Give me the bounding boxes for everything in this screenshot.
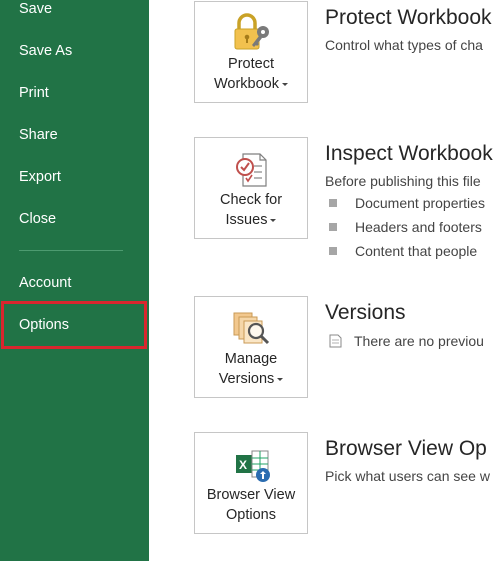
manage-versions-label-line1: Manage bbox=[224, 351, 278, 367]
nav-export[interactable]: Export bbox=[0, 158, 149, 196]
dropdown-caret-icon bbox=[270, 218, 277, 222]
excel-browser-icon: X bbox=[236, 450, 270, 482]
bullet-square-icon bbox=[329, 247, 337, 256]
protect-workbook-label-line1: Protect bbox=[228, 56, 274, 72]
browser-view-options-label-line2: Options bbox=[226, 507, 276, 523]
protect-workbook-title: Protect Workbook bbox=[325, 6, 492, 29]
browser-view-options-description: Pick what users can see w bbox=[325, 468, 490, 484]
protect-workbook-button[interactable]: Protect Workbook bbox=[194, 1, 308, 103]
options-highlight-box bbox=[1, 301, 147, 349]
inspect-bullet-item: Headers and footers bbox=[329, 219, 482, 235]
lock-key-icon bbox=[234, 13, 269, 50]
versions-icon bbox=[233, 312, 270, 345]
checklist-icon bbox=[236, 153, 267, 187]
inspect-bullet-item: Content that people bbox=[329, 243, 477, 259]
nav-save[interactable]: Save bbox=[0, 0, 149, 28]
check-for-issues-label-line1: Check for bbox=[219, 192, 283, 208]
manage-versions-button[interactable]: Manage Versions bbox=[194, 296, 308, 398]
protect-workbook-description: Control what types of cha bbox=[325, 37, 483, 53]
dropdown-caret-icon bbox=[282, 82, 288, 86]
check-for-issues-button[interactable]: Check for Issues bbox=[194, 137, 308, 239]
nav-save-as[interactable]: Save As bbox=[0, 32, 149, 70]
document-icon bbox=[329, 334, 342, 348]
bullet-square-icon bbox=[329, 223, 337, 232]
browser-view-options-button[interactable]: X Browser View Options bbox=[194, 432, 308, 534]
dropdown-caret-icon bbox=[277, 377, 284, 381]
nav-divider bbox=[19, 250, 123, 251]
inspect-bullet-item: Document properties bbox=[329, 195, 485, 211]
manage-versions-label-line2: Versions bbox=[195, 369, 307, 389]
inspect-workbook-title: Inspect Workbook bbox=[325, 142, 493, 165]
browser-view-options-label-line1: Browser View bbox=[206, 487, 296, 503]
bullet-square-icon bbox=[329, 199, 337, 208]
versions-title: Versions bbox=[325, 301, 406, 324]
protect-workbook-label-line2: Workbook bbox=[195, 74, 307, 94]
info-panel: Protect Workbook Protect Workbook Contro… bbox=[149, 0, 493, 561]
nav-share[interactable]: Share bbox=[0, 116, 149, 154]
nav-account[interactable]: Account bbox=[0, 264, 149, 302]
check-for-issues-label-line2: Issues bbox=[195, 210, 307, 230]
nav-close[interactable]: Close bbox=[0, 200, 149, 238]
inspect-workbook-description: Before publishing this file bbox=[325, 173, 481, 189]
browser-view-options-title: Browser View Op bbox=[325, 437, 487, 460]
backstage-sidebar: Save Save As Print Share Export Close Ac… bbox=[0, 0, 149, 561]
nav-print[interactable]: Print bbox=[0, 74, 149, 112]
svg-text:X: X bbox=[239, 458, 247, 472]
versions-note: There are no previou bbox=[329, 333, 484, 349]
